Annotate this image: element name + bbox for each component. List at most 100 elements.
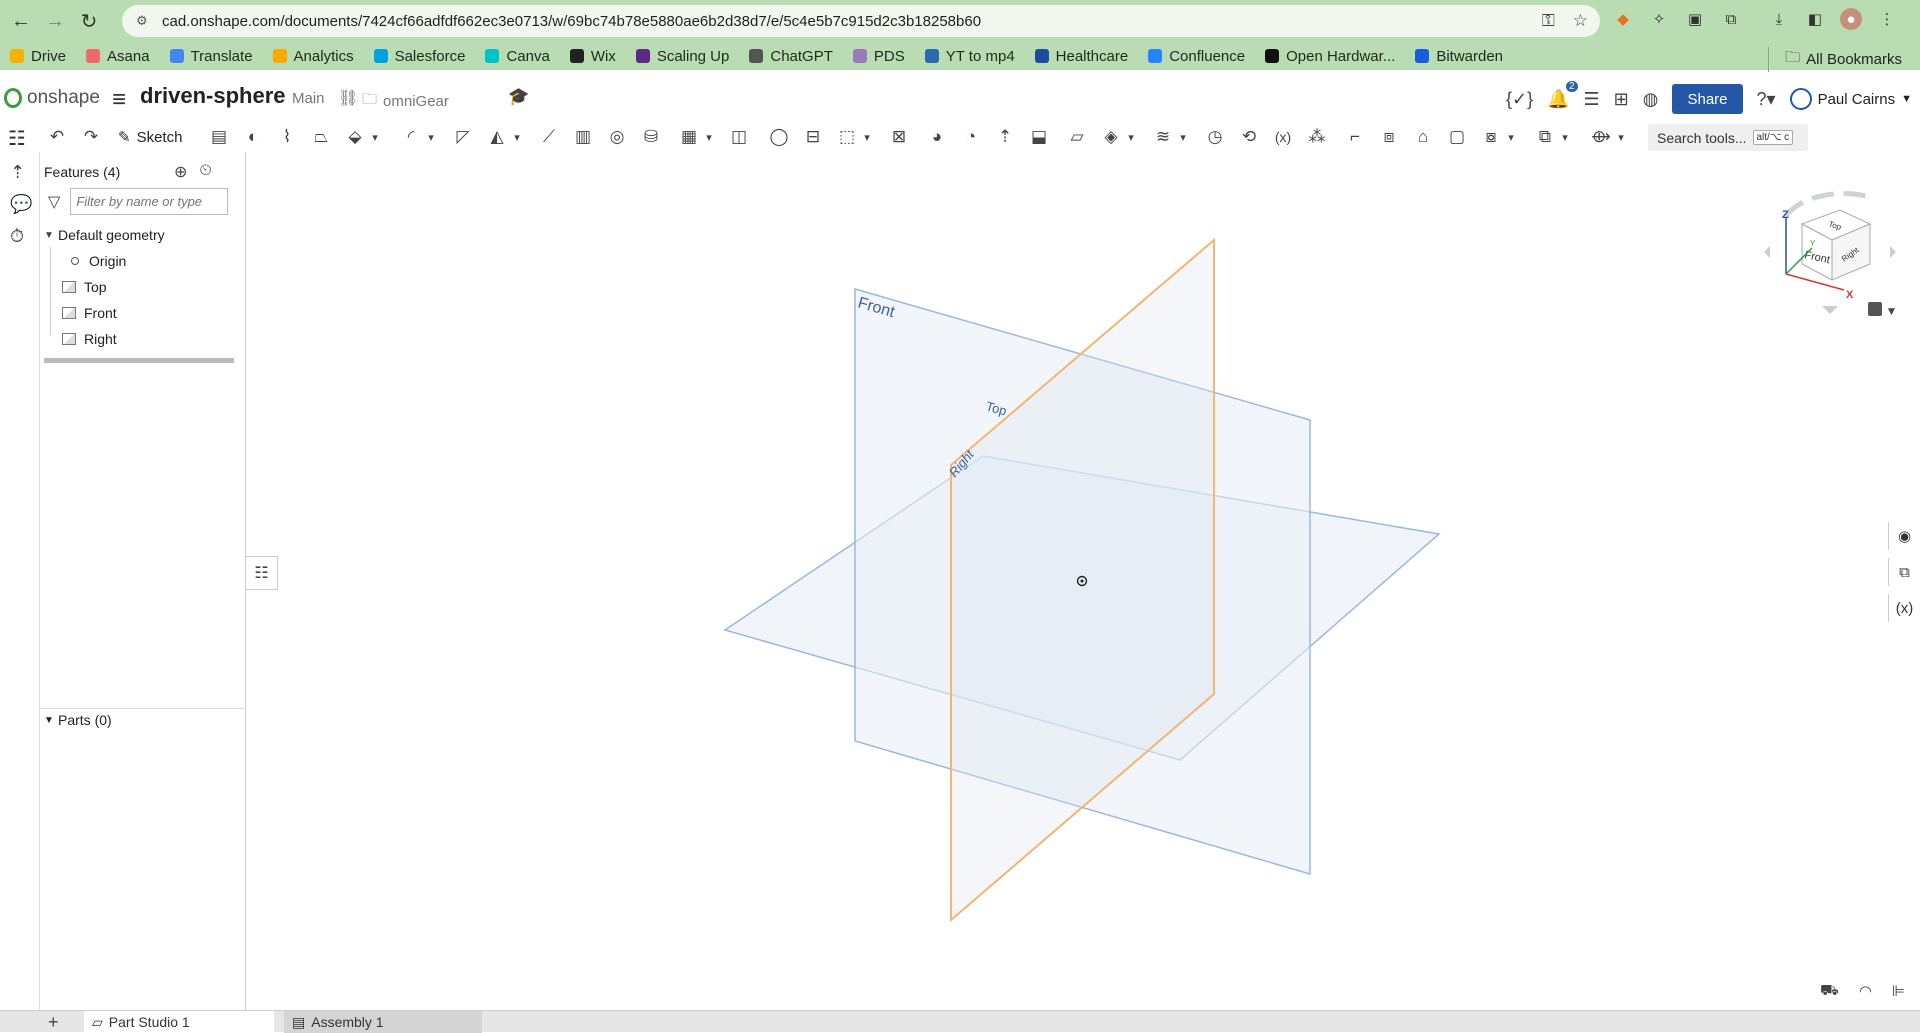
flange-icon[interactable]: ⌂ — [1410, 125, 1436, 149]
profile-avatar-icon[interactable]: ● — [1840, 8, 1862, 30]
sidepanel-icon[interactable]: ◧ — [1804, 8, 1826, 30]
bookmark-item[interactable]: Canva — [485, 48, 550, 65]
appearance-panel-icon[interactable]: ◉ — [1888, 522, 1920, 550]
tree-item-top[interactable]: Top — [44, 274, 240, 300]
view-cube-orbit-ring[interactable] — [1783, 191, 1867, 218]
ruler-icon[interactable]: ⊫ — [1892, 982, 1905, 1001]
loft-icon[interactable]: ⏢ — [308, 125, 334, 149]
add-folder-icon[interactable]: ⊕ — [174, 162, 187, 182]
variable-icon[interactable]: (x) — [1270, 125, 1296, 149]
pattern-icon[interactable]: ▦ — [676, 125, 702, 149]
extension-icon[interactable]: ✧ — [1648, 8, 1670, 30]
bookmark-item[interactable]: Drive — [10, 48, 66, 65]
shell-icon[interactable]: ▥ — [570, 125, 596, 149]
view-cube[interactable]: Top Front Right Z X Y ▼ — [1758, 176, 1908, 326]
chamfer-icon[interactable]: ◸ — [450, 125, 476, 149]
dropdown-caret-icon[interactable]: ▾ — [1614, 125, 1628, 149]
rollback-bar[interactable] — [44, 358, 234, 363]
tab-assembly[interactable]: ▤ Assembly 1 — [284, 1011, 482, 1033]
mirror-icon[interactable]: ◫ — [726, 125, 752, 149]
rib-icon[interactable]: ⟋ — [536, 125, 562, 149]
sketch-button[interactable]: ✎ Sketch — [118, 125, 182, 149]
onshape-logo[interactable]: onshape — [4, 87, 100, 109]
fillet-icon[interactable]: ◜ — [398, 125, 424, 149]
bookmark-item[interactable]: Salesforce — [373, 48, 465, 65]
bookmark-item[interactable]: Analytics — [272, 48, 354, 65]
bookmark-item[interactable]: Wix — [569, 48, 616, 65]
revolve-icon[interactable]: ◐ — [240, 125, 266, 149]
dropdown-caret-icon[interactable]: ▾ — [368, 125, 382, 149]
bookmark-item[interactable]: PDS — [852, 48, 905, 65]
sheet-metal-icon[interactable]: ⌐ — [1342, 125, 1368, 149]
share-button[interactable]: Share — [1672, 84, 1743, 114]
tree-item-right[interactable]: Right — [44, 326, 240, 352]
boolean-icon[interactable]: ◯ — [766, 125, 792, 149]
tree-item-origin[interactable]: Origin — [44, 248, 240, 274]
download-icon[interactable]: ⤓ — [1768, 8, 1790, 30]
add-tab-icon[interactable]: + — [48, 1011, 59, 1033]
dropdown-caret-icon[interactable]: ▾ — [1176, 125, 1190, 149]
measure-icon[interactable]: ◷ — [1202, 125, 1228, 149]
tree-item-front[interactable]: Front — [44, 300, 240, 326]
bookmark-item[interactable]: Healthcare — [1034, 48, 1128, 65]
rollback-clock-icon[interactable]: ⏲ — [199, 162, 211, 182]
bookmark-item[interactable]: Confluence — [1148, 48, 1245, 65]
graphics-viewport[interactable]: Front Top Right — [247, 152, 1920, 1010]
all-bookmarks[interactable]: 🗀 All Bookmarks — [1768, 47, 1902, 72]
puzzle-icon[interactable]: ⧉ — [1720, 8, 1742, 30]
rotate-right-arrow-icon[interactable] — [1890, 246, 1896, 258]
notifications-icon[interactable]: 🔔 2 — [1547, 80, 1578, 110]
delete-face-icon[interactable]: ◔ — [958, 125, 984, 149]
link-icon[interactable]: ⛓ — [338, 88, 358, 108]
address-bar[interactable]: ⚙ cad.onshape.com/documents/7424cf66adfd… — [122, 5, 1600, 37]
custom-table-icon[interactable]: (x) — [1888, 594, 1920, 622]
extension-icon[interactable]: ▣ — [1684, 8, 1706, 30]
kebab-menu-icon[interactable]: ⋮ — [1876, 8, 1898, 30]
mate-connector-icon[interactable]: ◈ — [1098, 125, 1124, 149]
globe-icon[interactable]: ◍ — [1643, 89, 1659, 110]
site-info-icon[interactable]: ⚙ — [136, 13, 152, 29]
custom-feature-icon[interactable]: ⟴ — [1588, 125, 1614, 149]
search-tools-input[interactable]: Search tools... alt/⌥ c — [1648, 124, 1808, 151]
tree-group-default-geometry[interactable]: ▼ Default geometry — [44, 222, 240, 248]
chevron-down-icon[interactable]: ▼ — [44, 230, 58, 241]
bookmark-item[interactable]: YT to mp4 — [924, 48, 1015, 65]
learning-center-icon[interactable]: 🎓 — [508, 87, 529, 107]
tab-part-studio[interactable]: ▱ Part Studio 1 — [84, 1011, 274, 1033]
rotate-down-arrow-icon[interactable] — [1822, 306, 1838, 314]
transform-icon[interactable]: ⬚ — [834, 125, 860, 149]
hole-icon[interactable]: ◎ — [604, 125, 630, 149]
bookmark-item[interactable]: Open Hardwar... — [1265, 48, 1395, 65]
move-face-icon[interactable]: ⇡ — [992, 125, 1018, 149]
chevron-down-icon[interactable]: ▼ — [44, 715, 58, 726]
bookmark-item[interactable]: Scaling Up — [635, 48, 729, 65]
render-mode-icon[interactable]: ⛟ — [1820, 982, 1839, 1001]
hamburger-menu-icon[interactable]: ≡ — [112, 86, 126, 114]
history-icon[interactable]: ⏱ — [10, 226, 24, 247]
zoom-fit-icon[interactable]: ◠ — [1859, 982, 1872, 1001]
extrude-icon[interactable]: ▤ — [206, 125, 232, 149]
help-icon[interactable]: ?▾ — [1757, 89, 1776, 110]
key-icon[interactable]: ⚿ — [1542, 11, 1555, 31]
reload-icon[interactable]: ↻ — [72, 4, 106, 38]
delete-part-icon[interactable]: ⊠ — [886, 125, 912, 149]
bookmark-item[interactable]: Translate — [169, 48, 253, 65]
chevron-down-icon[interactable]: ▼ — [1888, 307, 1895, 317]
cylinder-icon[interactable]: ⛁ — [638, 125, 664, 149]
versions-icon[interactable]: ☰ — [1584, 89, 1600, 110]
modify-fillet-icon[interactable]: ◕ — [924, 125, 950, 149]
undo-icon[interactable]: ↶ — [44, 125, 70, 149]
datum-planes[interactable]: Front Top Right — [247, 152, 1920, 1010]
bookmark-item[interactable]: ChatGPT — [749, 48, 833, 65]
app-store-icon[interactable]: ⊞ — [1614, 89, 1629, 110]
forward-icon[interactable]: → — [38, 4, 72, 38]
view-mode-icon[interactable] — [1868, 302, 1882, 316]
redo-icon[interactable]: ↷ — [78, 125, 104, 149]
dropdown-caret-icon[interactable]: ▾ — [510, 125, 524, 149]
split-icon[interactable]: ⊟ — [800, 125, 826, 149]
dropdown-caret-icon[interactable]: ▾ — [1504, 125, 1518, 149]
user-menu[interactable]: Paul Cairns ▼ — [1789, 88, 1912, 110]
insert-icon[interactable]: ⇡ — [10, 162, 25, 183]
bookmark-item[interactable]: Bitwarden — [1415, 48, 1503, 65]
metamask-icon[interactable]: ◆ — [1612, 8, 1634, 30]
